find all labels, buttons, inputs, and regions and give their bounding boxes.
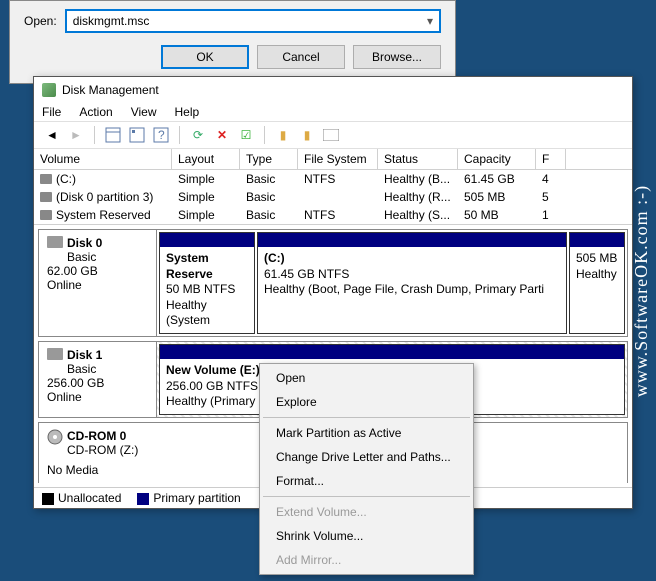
disk-info-0[interactable]: Disk 0 Basic 62.00 GB Online bbox=[39, 230, 157, 336]
col-volume[interactable]: Volume bbox=[34, 149, 172, 169]
volume-row[interactable]: (C:)SimpleBasicNTFSHealthy (B...61.45 GB… bbox=[34, 170, 632, 188]
watermark: www.SoftwareOK.com :-) bbox=[631, 184, 652, 396]
ctx-shrink[interactable]: Shrink Volume... bbox=[262, 524, 471, 548]
partition-c[interactable]: (C:) 61.45 GB NTFS Healthy (Boot, Page F… bbox=[257, 232, 567, 334]
toolbar: ◄ ► ? ⟳ ✕ ☑ ▮ ▮ bbox=[34, 121, 632, 149]
disk0-size: 62.00 GB bbox=[47, 264, 148, 278]
col-type[interactable]: Type bbox=[240, 149, 298, 169]
forward-icon[interactable]: ► bbox=[66, 125, 86, 145]
disk-row-0: Disk 0 Basic 62.00 GB Online System Rese… bbox=[38, 229, 628, 337]
folder-icon[interactable]: ▮ bbox=[273, 125, 293, 145]
titlebar: Disk Management bbox=[34, 77, 632, 103]
menu-action[interactable]: Action bbox=[79, 105, 112, 119]
disk0-type: Basic bbox=[47, 250, 148, 264]
cancel-button[interactable]: Cancel bbox=[257, 45, 345, 69]
app-icon bbox=[42, 83, 56, 97]
ctx-extend: Extend Volume... bbox=[262, 500, 471, 524]
volume-list-header: Volume Layout Type File System Status Ca… bbox=[34, 149, 632, 170]
cdrom-state: No Media bbox=[47, 463, 149, 477]
browse-button[interactable]: Browse... bbox=[353, 45, 441, 69]
help-icon[interactable]: ? bbox=[151, 125, 171, 145]
ok-button[interactable]: OK bbox=[161, 45, 249, 69]
volume-icon bbox=[40, 210, 52, 220]
partition-system-reserved[interactable]: System Reserve 50 MB NTFS Healthy (Syste… bbox=[159, 232, 255, 334]
col-layout[interactable]: Layout bbox=[172, 149, 240, 169]
disk1-state: Online bbox=[47, 390, 148, 404]
menu-file[interactable]: File bbox=[42, 105, 61, 119]
window-title: Disk Management bbox=[62, 83, 159, 97]
disk-icon bbox=[47, 348, 63, 364]
cdrom-icon bbox=[47, 429, 63, 445]
disk-info-1[interactable]: Disk 1 Basic 256.00 GB Online bbox=[39, 342, 157, 417]
volume-row[interactable]: System ReservedSimpleBasicNTFSHealthy (S… bbox=[34, 206, 632, 224]
ctx-add-mirror: Add Mirror... bbox=[262, 548, 471, 572]
menubar: File Action View Help bbox=[34, 103, 632, 121]
folder2-icon[interactable]: ▮ bbox=[297, 125, 317, 145]
volume-icon bbox=[40, 192, 52, 202]
col-status[interactable]: Status bbox=[378, 149, 458, 169]
volume-list: (C:)SimpleBasicNTFSHealthy (B...61.45 GB… bbox=[34, 170, 632, 225]
ctx-explore[interactable]: Explore bbox=[262, 390, 471, 414]
disk-icon bbox=[47, 236, 63, 252]
disk1-type: Basic bbox=[47, 362, 148, 376]
open-label: Open: bbox=[24, 14, 57, 28]
partition-recovery[interactable]: 505 MB Healthy bbox=[569, 232, 625, 334]
legend-primary: Primary partition bbox=[137, 491, 240, 505]
chevron-down-icon[interactable]: ▾ bbox=[427, 14, 433, 28]
view-icon[interactable] bbox=[103, 125, 123, 145]
cdrom-type: CD-ROM (Z:) bbox=[47, 443, 149, 457]
back-icon[interactable]: ◄ bbox=[42, 125, 62, 145]
ctx-mark-active[interactable]: Mark Partition as Active bbox=[262, 421, 471, 445]
col-capacity[interactable]: Capacity bbox=[458, 149, 536, 169]
col-filesystem[interactable]: File System bbox=[298, 149, 378, 169]
col-extra[interactable]: F bbox=[536, 149, 566, 169]
volume-icon bbox=[40, 174, 52, 184]
disk-info-cdrom[interactable]: CD-ROM 0 CD-ROM (Z:) No Media bbox=[39, 423, 157, 483]
open-input[interactable] bbox=[73, 14, 415, 28]
open-combobox[interactable]: ▾ bbox=[65, 9, 441, 33]
delete-icon[interactable]: ✕ bbox=[212, 125, 232, 145]
svg-text:?: ? bbox=[158, 128, 165, 142]
disk0-state: Online bbox=[47, 278, 148, 292]
ctx-format[interactable]: Format... bbox=[262, 469, 471, 493]
menu-help[interactable]: Help bbox=[175, 105, 200, 119]
disk1-size: 256.00 GB bbox=[47, 376, 148, 390]
menu-view[interactable]: View bbox=[131, 105, 157, 119]
options-icon[interactable] bbox=[127, 125, 147, 145]
check-icon[interactable]: ☑ bbox=[236, 125, 256, 145]
ctx-change-letter[interactable]: Change Drive Letter and Paths... bbox=[262, 445, 471, 469]
run-dialog: Open: ▾ OK Cancel Browse... bbox=[9, 0, 456, 84]
volume-row[interactable]: (Disk 0 partition 3)SimpleBasicHealthy (… bbox=[34, 188, 632, 206]
context-menu: Open Explore Mark Partition as Active Ch… bbox=[259, 363, 474, 575]
legend-unallocated: Unallocated bbox=[42, 491, 121, 505]
ctx-open[interactable]: Open bbox=[262, 366, 471, 390]
refresh-icon[interactable]: ⟳ bbox=[188, 125, 208, 145]
list-icon[interactable] bbox=[321, 125, 341, 145]
